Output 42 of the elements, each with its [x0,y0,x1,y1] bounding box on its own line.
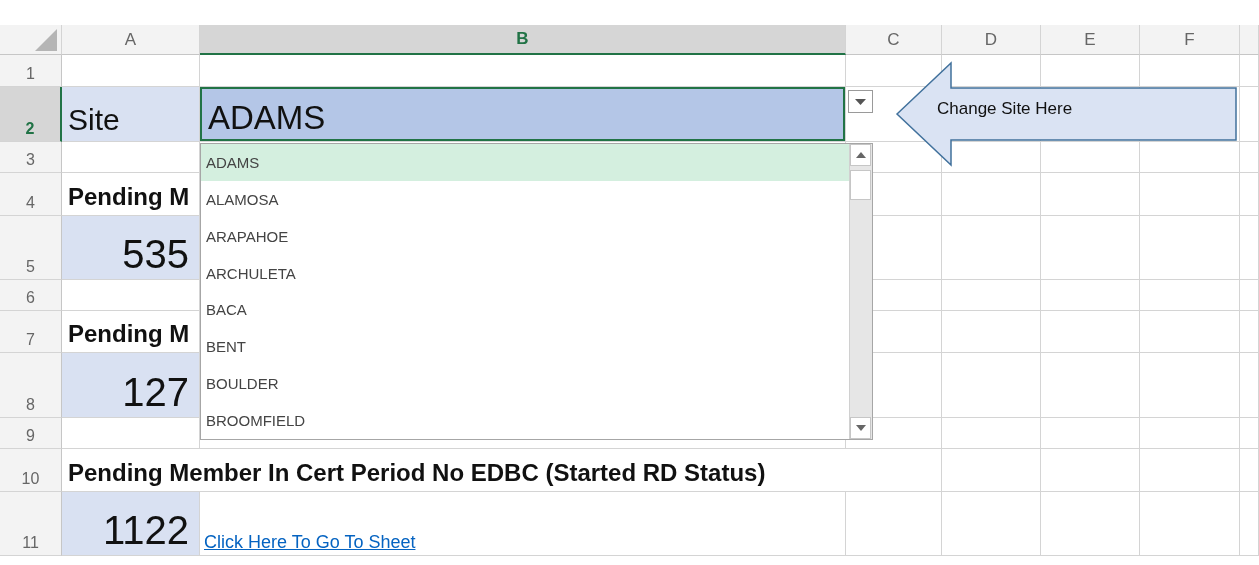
scroll-down-button[interactable] [850,417,871,439]
table-cell[interactable]: 127 [62,353,200,418]
list-item[interactable]: BACA [201,291,849,329]
column-header[interactable]: C [846,25,942,55]
list-item[interactable]: BENT [201,328,849,366]
table-cell[interactable]: 535 [62,216,200,280]
sheet-link[interactable]: Click Here To Go To Sheet [204,532,416,553]
callout-text: Change Site Here [937,99,1073,119]
scroll-thumb[interactable] [850,170,871,200]
row-header[interactable]: 1 [0,55,62,87]
row-header[interactable]: 7 [0,311,62,353]
list-item[interactable]: ARCHULETA [201,254,849,292]
column-header[interactable] [1240,25,1259,55]
row-header[interactable]: 9 [0,418,62,449]
list-item[interactable]: ALAMOSA [201,180,849,218]
row-header[interactable]: 11 [0,492,62,556]
row-header[interactable]: 8 [0,353,62,418]
list-item[interactable]: BOULDER [201,365,849,403]
column-header[interactable]: D [942,25,1041,55]
row-header[interactable]: 4 [0,173,62,216]
column-header[interactable]: F [1140,25,1240,55]
row-header[interactable]: 6 [0,280,62,311]
list-item[interactable]: ADAMS [201,144,849,181]
table-cell[interactable]: ADAMS [200,87,846,142]
up-arrow-icon [855,152,866,158]
column-header[interactable]: E [1041,25,1140,55]
row-header[interactable]: 3 [0,142,62,173]
scroll-up-button[interactable] [850,144,871,166]
caret-icon [855,98,866,105]
list-item[interactable]: BROOMFIELD [201,402,849,439]
column-header[interactable]: B [200,25,846,55]
list-item[interactable]: ARAPAHOE [201,217,849,255]
table-cell[interactable]: Site [62,87,200,142]
row-header[interactable]: 10 [0,449,62,492]
dropdown-button[interactable] [848,90,873,113]
scrollbar[interactable] [849,144,872,439]
down-arrow-icon [855,425,866,431]
table-cell[interactable]: 1122 [62,492,200,556]
column-header[interactable]: A [62,25,200,55]
row-header[interactable]: 2 [0,87,62,142]
row-header[interactable]: 5 [0,216,62,280]
select-all-icon[interactable] [35,29,57,51]
